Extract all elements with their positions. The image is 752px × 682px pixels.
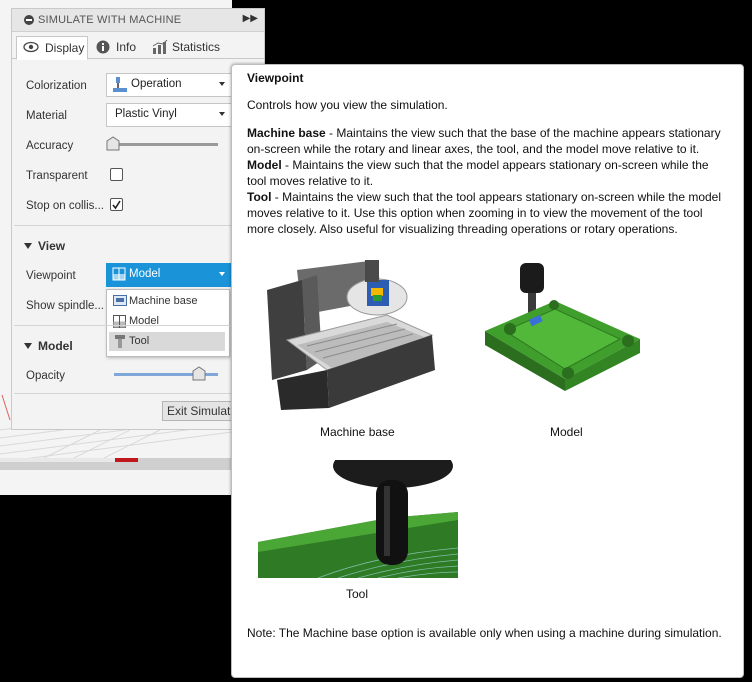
caption-machine-base: Machine base (320, 425, 395, 439)
viewpoint-tooltip: Viewpoint Controls how you view the simu… (231, 64, 744, 678)
viewpoint-option-model[interactable]: Model (109, 312, 225, 331)
definition: - Maintains the view such that the tool … (247, 190, 722, 236)
chevron-down-icon (219, 112, 225, 116)
tab-statistics[interactable]: Statistics (146, 36, 228, 58)
transparent-label: Transparent (26, 170, 88, 182)
viewpoint-value: Model (129, 268, 161, 280)
tooltip-note: Note: The Machine base option is availab… (247, 626, 722, 640)
model-section-header[interactable]: Model (24, 339, 73, 353)
panel-header: SIMULATE WITH MACHINE ▶▶ (12, 9, 264, 32)
tab-bar: Display Info Statistics (12, 32, 264, 60)
show-spindle-label: Show spindle... (26, 300, 104, 312)
tooltip-item-model: Model - Maintains the view such that the… (247, 157, 727, 189)
opacity-label: Opacity (26, 370, 65, 382)
colorization-value: Operation (131, 78, 182, 90)
view-section-title: View (38, 239, 66, 253)
expand-icon[interactable]: ▶▶ (243, 13, 258, 24)
material-select[interactable]: Plastic Vinyl (106, 103, 232, 127)
simulate-panel: SIMULATE WITH MACHINE ▶▶ Display Info St… (11, 8, 265, 430)
panel-title: SIMULATE WITH MACHINE (38, 14, 182, 26)
tooltip-intro: Controls how you view the simulation. (247, 98, 448, 112)
material-value: Plastic Vinyl (115, 108, 177, 120)
viewpoint-select[interactable]: Model (106, 263, 232, 287)
accuracy-label: Accuracy (26, 140, 74, 152)
definition: - Maintains the view such that the model… (247, 158, 709, 188)
tab-statistics-label: Statistics (172, 40, 221, 54)
tool-illustration (258, 444, 459, 581)
viewpoint-option-machine-base[interactable]: Machine base (109, 292, 225, 311)
machine-base-illustration (257, 260, 437, 415)
model-view-icon (112, 267, 126, 284)
transparent-checkbox[interactable] (110, 168, 123, 181)
viewpoint-label: Viewpoint (26, 270, 76, 282)
term: Tool (247, 190, 272, 204)
tab-info[interactable]: Info (90, 36, 142, 58)
collapse-triangle-icon (24, 243, 32, 249)
chevron-down-icon (219, 272, 225, 276)
divider (14, 325, 262, 326)
collapse-triangle-icon (24, 343, 32, 349)
checkmark-icon (112, 200, 121, 210)
material-label: Material (26, 110, 67, 122)
divider (14, 393, 262, 394)
tool-view-icon (113, 335, 127, 351)
viewpoint-dropdown: Machine base Model Tool (106, 289, 230, 357)
tooltip-item-machine-base: Machine base - Maintains the view such t… (247, 125, 727, 157)
view-section-header[interactable]: View (24, 239, 65, 253)
tooltip-item-tool: Tool - Maintains the view such that the … (247, 189, 727, 237)
model-section-title: Model (38, 339, 73, 353)
operation-icon (113, 77, 127, 95)
term: Model (247, 158, 282, 172)
tab-display[interactable]: Display (16, 36, 88, 60)
timeline-marker (115, 458, 138, 462)
term: Machine base (247, 126, 326, 140)
collapse-icon[interactable] (24, 15, 34, 25)
tab-display-label: Display (45, 41, 85, 55)
option-label: Machine base (129, 295, 198, 307)
stop-on-collision-label: Stop on collis... (26, 200, 104, 212)
colorization-select[interactable]: Operation (106, 73, 232, 97)
eye-icon (23, 41, 39, 56)
machine-base-icon (113, 295, 127, 310)
chevron-down-icon (219, 82, 225, 86)
divider (14, 225, 262, 226)
accuracy-slider-thumb[interactable] (106, 136, 120, 155)
caption-model: Model (550, 425, 583, 439)
opacity-slider-thumb[interactable] (192, 366, 206, 385)
stop-on-collision-checkbox[interactable] (110, 198, 123, 211)
exit-button-label: Exit Simulati (167, 404, 234, 418)
colorization-label: Colorization (26, 80, 87, 92)
info-icon (96, 40, 110, 57)
tab-info-label: Info (116, 40, 137, 54)
option-label: Tool (129, 335, 150, 347)
caption-tool: Tool (346, 587, 369, 601)
statistics-icon (152, 39, 168, 57)
model-view-icon (113, 315, 127, 331)
tooltip-title: Viewpoint (247, 71, 304, 85)
model-illustration (480, 261, 650, 396)
tooltip-description: Machine base - Maintains the view such t… (247, 125, 727, 237)
accuracy-slider[interactable] (112, 143, 218, 146)
viewpoint-option-tool[interactable]: Tool (109, 332, 225, 351)
